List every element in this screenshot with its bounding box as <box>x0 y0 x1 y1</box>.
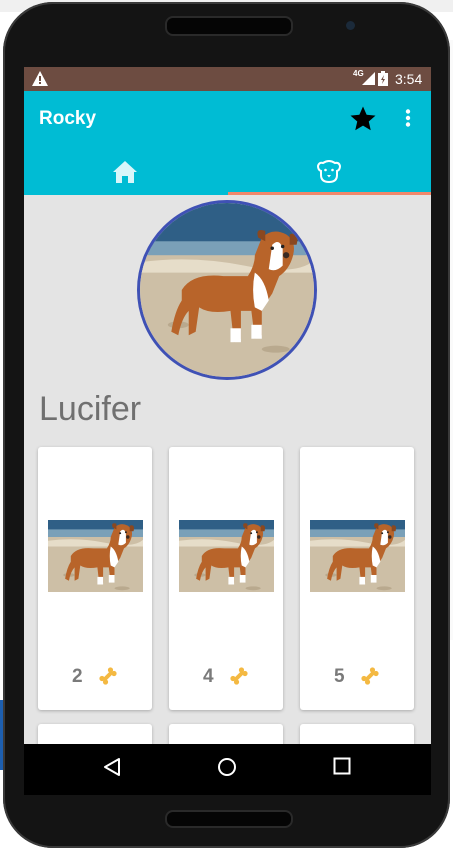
recents-icon[interactable] <box>333 757 351 775</box>
back-icon[interactable] <box>103 757 121 777</box>
selected-tab-indicator <box>228 192 431 195</box>
device-screen: 4G 3:54 Rocky Lucifer 2 4 5 <box>24 67 431 795</box>
more-vert-icon[interactable] <box>405 109 411 127</box>
profile-avatar[interactable] <box>137 200 317 380</box>
dog-photo <box>310 520 405 592</box>
bottom-speaker <box>165 810 293 828</box>
status-bar: 4G 3:54 <box>24 67 431 91</box>
battery-icon <box>378 71 388 86</box>
photo-card[interactable]: 4 <box>169 447 283 710</box>
star-icon[interactable] <box>348 104 378 134</box>
photo-card[interactable]: 2 <box>38 447 152 710</box>
photo-card[interactable]: 5 <box>300 447 414 710</box>
dog-icon <box>316 160 342 184</box>
front-camera <box>346 21 355 30</box>
signal-icon <box>362 72 375 85</box>
tab-home[interactable] <box>24 155 227 192</box>
app-title: Rocky <box>39 108 97 129</box>
warning-icon <box>32 71 48 86</box>
bone-count: 4 <box>203 666 214 687</box>
bone-count: 2 <box>72 666 83 687</box>
bone-icon[interactable] <box>227 664 251 688</box>
earpiece-speaker <box>165 16 293 36</box>
home-nav-icon[interactable] <box>217 757 237 777</box>
system-nav-bar <box>24 744 431 795</box>
tab-dog[interactable] <box>228 155 431 192</box>
dog-photo <box>48 520 143 592</box>
clock: 3:54 <box>395 71 423 87</box>
profile-name: Lucifer <box>39 390 142 428</box>
bone-count: 5 <box>334 666 345 687</box>
card-photo <box>48 520 143 592</box>
bone-icon[interactable] <box>96 664 120 688</box>
dog-photo <box>179 520 274 592</box>
card-photo <box>179 520 274 592</box>
card-photo <box>310 520 405 592</box>
home-icon <box>113 161 137 183</box>
bone-icon[interactable] <box>358 664 382 688</box>
app-bar: Rocky <box>24 91 431 195</box>
dog-photo <box>140 203 314 377</box>
